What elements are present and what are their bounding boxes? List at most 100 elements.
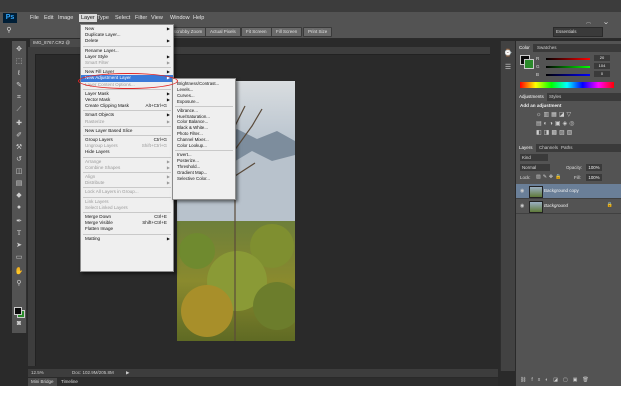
foreground-color-swatch[interactable]	[14, 307, 22, 315]
menu-item-combine-shapes[interactable]: Combine Shapes ▶	[81, 165, 173, 171]
workspace-select[interactable]: Essentials	[553, 27, 603, 37]
menu-help[interactable]: Help	[193, 14, 204, 22]
submenu-item-black-white[interactable]: Black & White...	[177, 125, 235, 131]
menu-select[interactable]: Select	[115, 14, 130, 22]
crop-tool-icon[interactable]: ⌗	[14, 93, 24, 102]
actual-pixels-button[interactable]: Actual Pixels	[205, 27, 241, 37]
red-slider[interactable]: R 20	[536, 55, 616, 62]
tab-paths[interactable]: Paths	[558, 144, 576, 152]
healing-brush-icon[interactable]: ✚	[14, 119, 24, 128]
menu-item-hide-layers[interactable]: Hide Layers	[81, 149, 173, 155]
submenu-item-threshold[interactable]: Threshold...	[177, 164, 235, 170]
submenu-item-color-balance[interactable]: Color Balance...	[177, 119, 235, 125]
tab-color[interactable]: Color	[516, 44, 533, 52]
submenu-item-hue-saturation[interactable]: Hue/Saturation...	[177, 114, 235, 120]
blue-slider[interactable]: B 0	[536, 71, 616, 78]
tab-timeline[interactable]: Timeline	[58, 378, 81, 386]
print-size-button[interactable]: Print Size	[303, 27, 333, 37]
properties-panel-icon[interactable]: ☰	[503, 63, 513, 72]
menu-filter[interactable]: Filter	[135, 14, 147, 22]
opacity-input[interactable]: 100%	[586, 164, 602, 171]
tab-adjustments[interactable]: Adjustments	[516, 93, 547, 101]
menu-item-flatten-image[interactable]: Flatten Image	[81, 226, 173, 232]
marquee-tool-icon[interactable]: ⬚	[14, 57, 24, 66]
menu-item-distribute[interactable]: Distribute ▶	[81, 180, 173, 186]
layer-bottom-icons[interactable]: ⛓fx◐◪▢▣🗑	[520, 377, 616, 383]
menu-file[interactable]: File	[30, 14, 39, 22]
layer-row[interactable]: ◉ Background copy	[516, 184, 621, 199]
quick-mask-icon[interactable]: ◙	[14, 319, 24, 328]
submenu-item-exposure[interactable]: Exposure...	[177, 99, 235, 105]
blue-slider-track[interactable]	[546, 74, 590, 76]
menu-item-new-layer-based-slice[interactable]: New Layer Based Slice	[81, 128, 173, 134]
blend-mode-select[interactable]: Normal	[520, 164, 550, 171]
zoom-icon[interactable]: ⚲	[4, 26, 14, 35]
color-panel-background[interactable]	[524, 59, 534, 69]
history-panel-icon[interactable]: ⌚	[503, 49, 513, 58]
menu-item-matting[interactable]: Matting ▶	[81, 236, 173, 242]
fill-screen-button[interactable]: Fill Screen	[271, 27, 303, 37]
eyedropper-tool-icon[interactable]: ⟋	[14, 105, 24, 114]
tab-swatches[interactable]: Swatches	[534, 44, 560, 52]
submenu-item-posterize[interactable]: Posterize...	[177, 158, 235, 164]
submenu-item-brightness-contrast[interactable]: Brightness/Contrast...	[177, 81, 235, 87]
submenu-item-vibrance[interactable]: Vibrance...	[177, 108, 235, 114]
blue-value[interactable]: 0	[594, 71, 610, 77]
move-tool-icon[interactable]: ✥	[14, 45, 24, 54]
fill-input[interactable]: 100%	[586, 174, 602, 181]
green-slider[interactable]: G 104	[536, 63, 616, 70]
menu-edit[interactable]: Edit	[44, 14, 53, 22]
shape-tool-icon[interactable]: ▭	[14, 253, 24, 262]
menu-item-create-clipping-mask[interactable]: Create Clipping Mask Alt+Ctrl+G	[81, 103, 173, 109]
fit-screen-button[interactable]: Fit Screen	[241, 27, 272, 37]
menu-layer[interactable]: Layer	[79, 14, 97, 22]
submenu-item-curves[interactable]: Curves...	[177, 93, 235, 99]
type-tool-icon[interactable]: T	[14, 229, 24, 238]
color-swatches[interactable]	[14, 307, 25, 318]
zoom-tool-icon[interactable]: ⚲	[14, 279, 24, 288]
dodge-tool-icon[interactable]: ●	[14, 203, 24, 212]
submenu-item-levels[interactable]: Levels...	[177, 87, 235, 93]
layer-filter-kind[interactable]: Kind	[520, 154, 548, 161]
hand-tool-icon[interactable]: ✋	[14, 267, 24, 276]
menu-item-lock-all-layers-in-group[interactable]: Lock All Layers in Group...	[81, 189, 173, 195]
clone-stamp-icon[interactable]: ⚒	[14, 143, 24, 152]
tab-mini-bridge[interactable]: Mini Bridge	[28, 378, 57, 386]
menu-item-smart-filter[interactable]: Smart Filter ▶	[81, 60, 173, 66]
eye-icon[interactable]: ◉	[520, 202, 524, 210]
eraser-tool-icon[interactable]: ◫	[14, 167, 24, 176]
color-spectrum-bar[interactable]	[520, 82, 614, 88]
submenu-item-channel-mixer[interactable]: Channel Mixer...	[177, 137, 235, 143]
tab-layers[interactable]: Layers	[516, 144, 536, 152]
menu-image[interactable]: Image	[58, 14, 73, 22]
submenu-item-selective-color[interactable]: Selective Color...	[177, 176, 235, 182]
history-brush-icon[interactable]: ↺	[14, 155, 24, 164]
menu-view[interactable]: View	[151, 14, 163, 22]
status-arrow-icon[interactable]: ▶	[126, 369, 129, 377]
red-slider-track[interactable]	[546, 58, 590, 60]
green-slider-track[interactable]	[546, 66, 590, 68]
menu-type[interactable]: Type	[97, 14, 109, 22]
pen-tool-icon[interactable]: ✒	[14, 217, 24, 226]
menu-window[interactable]: Window	[170, 14, 190, 22]
menu-item-delete[interactable]: Delete ▶	[81, 38, 173, 44]
menu-item-select-linked-layers[interactable]: Select Linked Layers	[81, 205, 173, 211]
path-select-icon[interactable]: ➤	[14, 241, 24, 250]
submenu-item-gradient-map[interactable]: Gradient Map...	[177, 170, 235, 176]
red-value[interactable]: 20	[594, 55, 610, 61]
adjustment-icons[interactable]: ☼▥▦◪▽ ▤◐◑▣◈◎ ◧◨▩▨▧	[536, 111, 606, 138]
green-value[interactable]: 104	[594, 63, 610, 69]
submenu-item-invert[interactable]: Invert...	[177, 152, 235, 158]
blur-tool-icon[interactable]: ◆	[14, 191, 24, 200]
tab-styles[interactable]: Styles	[546, 93, 564, 101]
submenu-item-color-lookup[interactable]: Color Lookup...	[177, 143, 235, 149]
lasso-tool-icon[interactable]: ℓ	[14, 69, 24, 78]
eye-icon[interactable]: ◉	[520, 187, 524, 195]
quick-select-tool-icon[interactable]: ✎	[14, 81, 24, 90]
lock-icons[interactable]: ▨✎✥🔒	[536, 174, 563, 181]
menu-item-rasterize[interactable]: Rasterize ▶	[81, 119, 173, 125]
zoom-level[interactable]: 12.5%	[31, 369, 44, 377]
submenu-item-photo-filter[interactable]: Photo Filter...	[177, 131, 235, 137]
brush-tool-icon[interactable]: ✐	[14, 131, 24, 140]
layer-row[interactable]: ◉ Background 🔒	[516, 199, 621, 214]
